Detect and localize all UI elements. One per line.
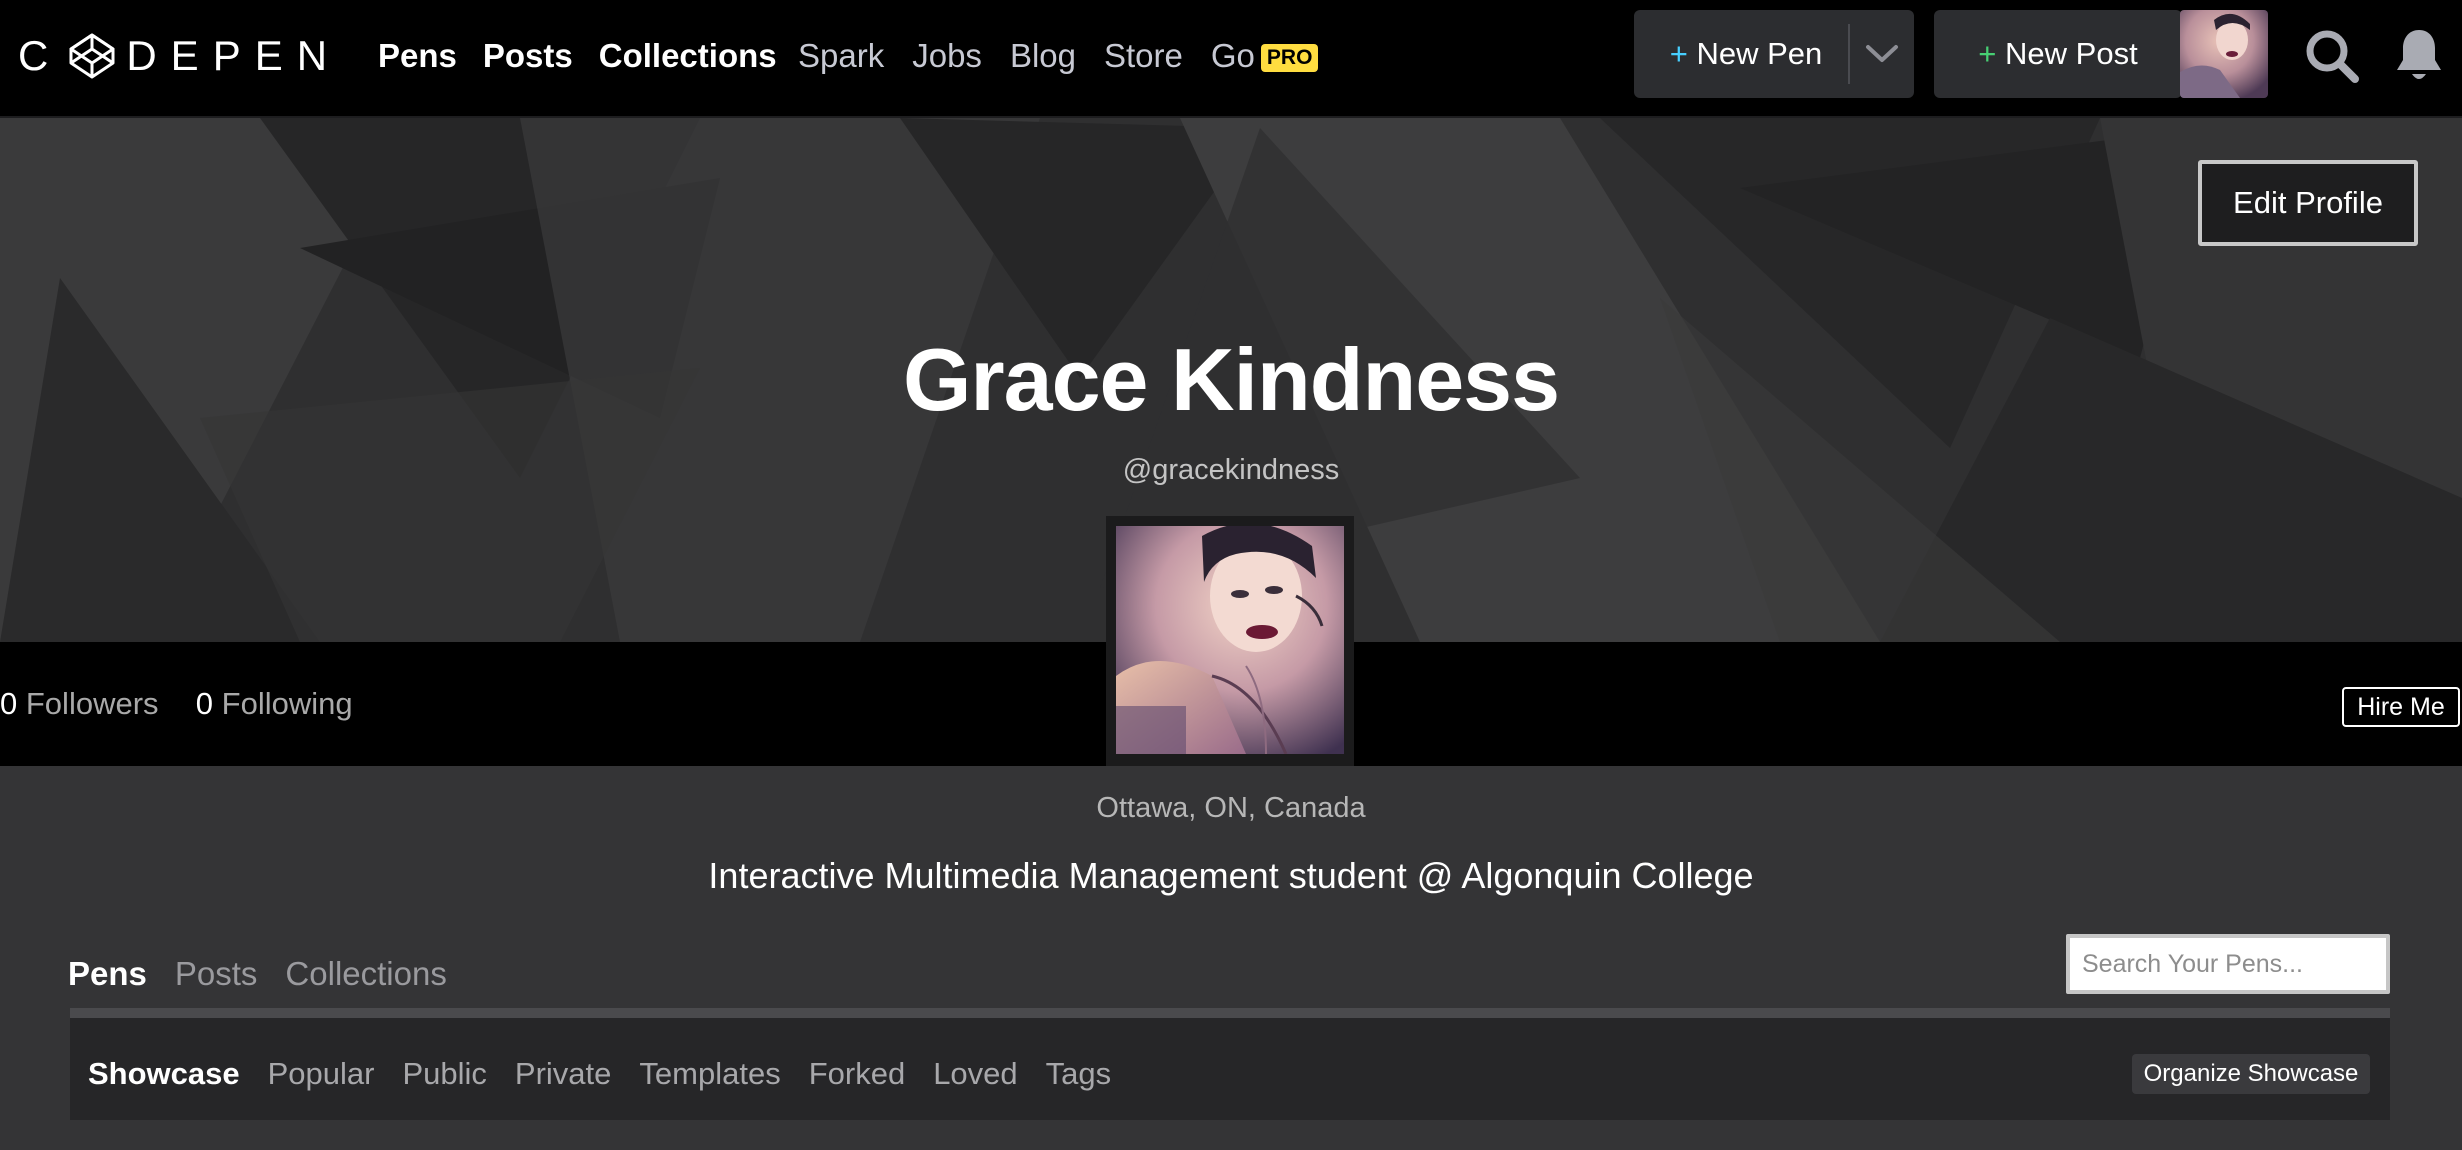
pens-filter-bar: Showcase Popular Public Private Template… (70, 1008, 2390, 1120)
new-post-button[interactable]: + New Post (1934, 10, 2182, 98)
plus-icon: + (1669, 36, 1688, 71)
subtab-private[interactable]: Private (515, 1054, 611, 1094)
profile-content-tabs: Pens Posts Collections (68, 952, 447, 996)
followers-label: Followers (25, 686, 159, 721)
subtab-forked[interactable]: Forked (809, 1054, 905, 1094)
search-icon[interactable] (2304, 28, 2360, 84)
new-pen-label: New Pen (1696, 36, 1823, 71)
following-link[interactable]: 0 Following (196, 686, 353, 721)
profile-handle: @gracekindness (1122, 454, 1340, 486)
subtab-showcase[interactable]: Showcase (88, 1054, 240, 1094)
organize-showcase-button[interactable]: Organize Showcase (2132, 1054, 2370, 1094)
pens-subtabs: Showcase Popular Public Private Template… (88, 1054, 1111, 1094)
following-count: 0 (195, 686, 214, 721)
profile-location: Ottawa, ON, Canada (1096, 792, 1366, 824)
subtab-tags[interactable]: Tags (1046, 1054, 1111, 1094)
notifications-bell-icon[interactable] (2394, 26, 2444, 84)
following-label: Following (221, 686, 353, 721)
nav-pens[interactable]: Pens (378, 32, 457, 80)
nav-collections[interactable]: Collections (599, 32, 777, 80)
profile-avatar (1106, 516, 1354, 766)
tab-collections[interactable]: Collections (285, 952, 446, 996)
nav-jobs[interactable]: Jobs (912, 32, 982, 80)
subtab-popular[interactable]: Popular (268, 1054, 375, 1094)
follow-stats: 0 Followers 0 Following (0, 684, 353, 724)
hire-me-button[interactable]: Hire Me (2342, 687, 2460, 727)
codepen-logo[interactable]: C DEPEN (18, 32, 341, 80)
profile-avatar-photo (1116, 526, 1344, 754)
followers-link[interactable]: 0 Followers (0, 686, 159, 721)
new-post-label: New Post (2005, 36, 2138, 71)
avatar-photo (2180, 10, 2268, 98)
nav-go-pro[interactable]: Go PRO (1211, 32, 1319, 80)
chevron-down-icon (1866, 45, 1898, 62)
new-pen-button[interactable]: + New Pen (1634, 10, 1848, 98)
profile-name: Grace Kindness (902, 330, 1560, 429)
subtab-public[interactable]: Public (402, 1054, 486, 1094)
subtab-loved[interactable]: Loved (933, 1054, 1017, 1094)
profile-bio: Interactive Multimedia Management studen… (708, 855, 1754, 896)
search-pens-input[interactable] (2066, 934, 2390, 994)
tab-posts[interactable]: Posts (175, 952, 258, 996)
logo-letters-depen: DEPEN (126, 32, 342, 79)
nav-spark[interactable]: Spark (798, 32, 884, 80)
tab-pens[interactable]: Pens (68, 952, 147, 996)
nav-go-label: Go (1210, 37, 1255, 74)
nav-store[interactable]: Store (1104, 32, 1183, 80)
new-pen-dropdown-toggle[interactable] (1850, 44, 1914, 64)
new-pen-button-group: + New Pen (1634, 10, 1914, 98)
plus-icon: + (1978, 36, 1997, 71)
top-navigation: C DEPEN Pens Posts Collections Spark Job… (0, 0, 2462, 118)
codepen-cube-icon (69, 33, 115, 79)
primary-nav: Pens Posts Collections (378, 32, 777, 80)
pro-badge: PRO (1260, 44, 1319, 73)
followers-count: 0 (0, 686, 18, 721)
nav-posts[interactable]: Posts (483, 32, 573, 80)
nav-blog[interactable]: Blog (1010, 32, 1076, 80)
subtab-templates[interactable]: Templates (639, 1054, 780, 1094)
edit-profile-button[interactable]: Edit Profile (2198, 160, 2418, 246)
secondary-nav: Spark Jobs Blog Store Go PRO (798, 32, 1319, 80)
user-avatar-menu[interactable] (2180, 10, 2268, 98)
logo-letter-c: C (18, 32, 63, 79)
